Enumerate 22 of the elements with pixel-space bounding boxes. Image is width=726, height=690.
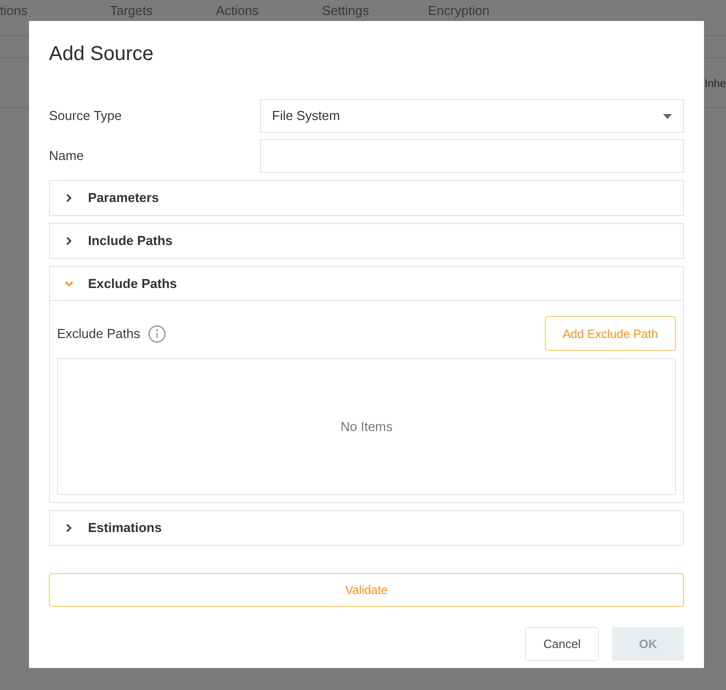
nav-tab[interactable]: Actions (216, 0, 322, 20)
accordion-header[interactable]: Estimations (50, 511, 683, 545)
source-type-select[interactable]: File System (260, 99, 684, 133)
cancel-button[interactable]: Cancel (525, 627, 599, 661)
dialog-title: Add Source (49, 42, 155, 67)
nav-tab[interactable]: tions (0, 0, 110, 20)
info-icon[interactable] (148, 324, 166, 342)
accordion-header[interactable]: Parameters (50, 181, 683, 215)
name-input-field[interactable] (260, 139, 684, 173)
validate-button[interactable]: Validate (49, 573, 684, 607)
nav-tab[interactable]: Settings (322, 0, 428, 20)
nav-tab[interactable]: Targets (110, 0, 216, 20)
empty-list-text: No Items (340, 418, 392, 436)
field-label: Name (49, 147, 85, 166)
add-exclude-path-button[interactable]: Add Exclude Path (544, 316, 676, 351)
accordion-header[interactable]: Exclude Paths (50, 267, 683, 301)
column-header: Inhe (704, 77, 726, 92)
dropdown-caret-icon (663, 114, 672, 118)
field-label: Source Type (49, 107, 123, 126)
exclude-paths-label: Exclude Paths (57, 324, 140, 343)
accordion-header[interactable]: Include Paths (50, 224, 683, 258)
nav-tab[interactable]: Encryption (428, 0, 534, 20)
